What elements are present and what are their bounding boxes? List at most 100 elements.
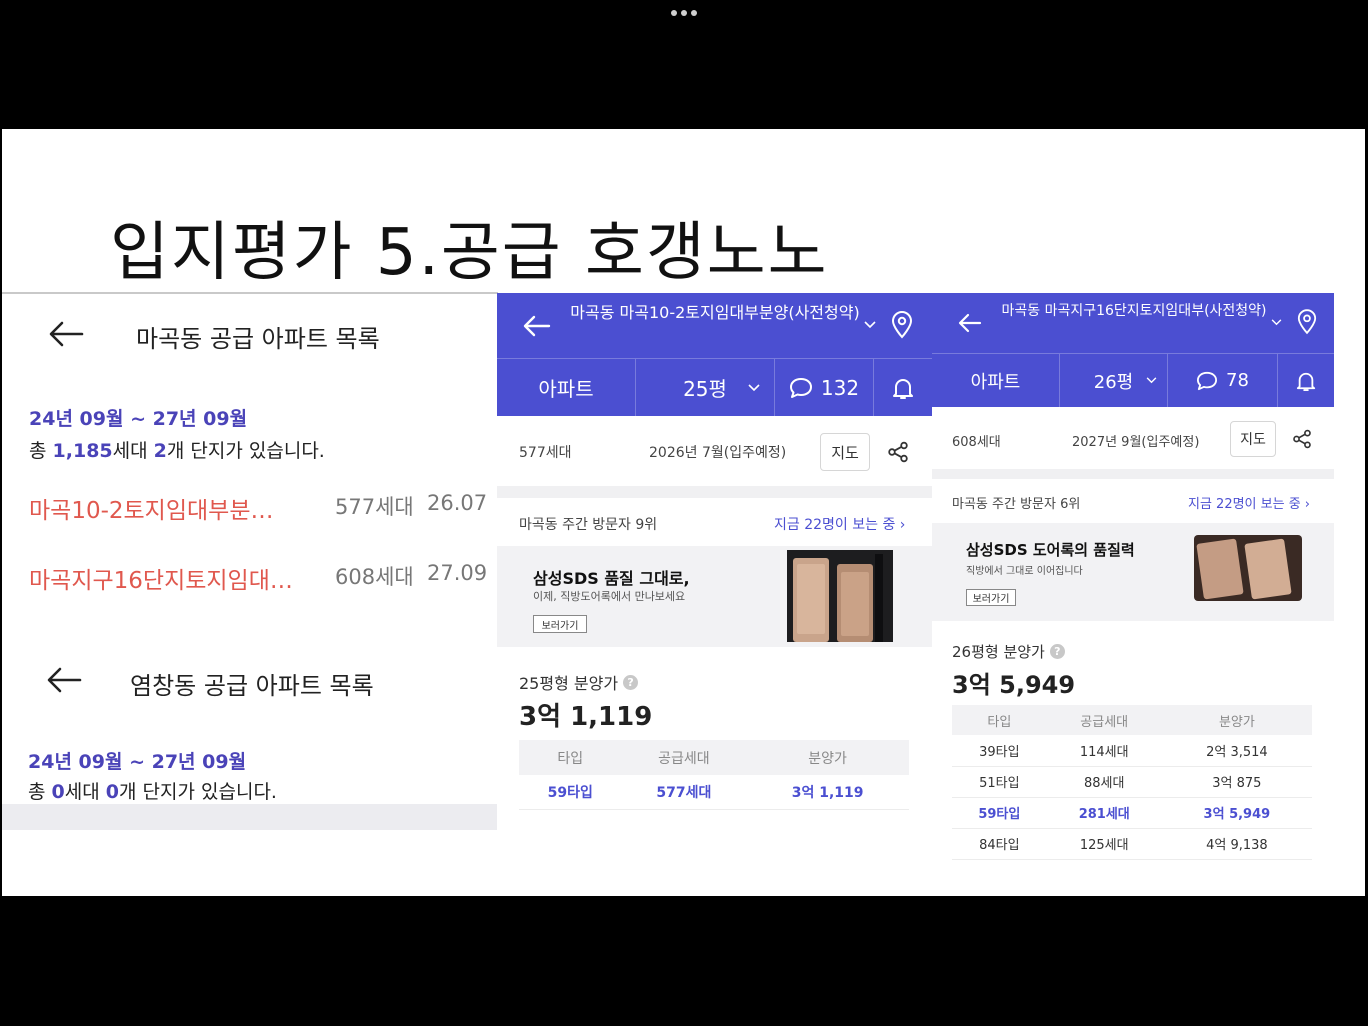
- visitor-rank-row: 마곡동 주간 방문자 6위 지금 22명이 보는 중 ›: [932, 479, 1334, 523]
- live-viewers-link[interactable]: 지금 22명이 보는 중 ›: [1188, 493, 1310, 512]
- back-arrow-icon[interactable]: [523, 315, 551, 337]
- cell-price: 2억 3,514: [1161, 735, 1312, 767]
- col-header-units: 공급세대: [621, 740, 747, 775]
- table-row[interactable]: 51타입 88세대 3억 875: [952, 766, 1312, 798]
- tab-comments[interactable]: 78: [1168, 354, 1278, 407]
- tab-property-type[interactable]: 아파트: [932, 354, 1060, 407]
- ad-view-button[interactable]: 보러가기: [966, 589, 1016, 606]
- table-row[interactable]: 39타입 114세대 2억 3,514: [952, 735, 1312, 767]
- complex-title[interactable]: 마곡동 마곡지구16단지토지임대부(사전청약): [996, 302, 1272, 320]
- table-row[interactable]: 84타입 125세대 4억 9,138: [952, 828, 1312, 860]
- complex-units: 608세대: [335, 565, 414, 589]
- cell-type: 84타입: [952, 828, 1047, 860]
- cell-units: 88세대: [1046, 766, 1162, 798]
- ad-view-button[interactable]: 보러가기: [533, 615, 587, 633]
- more-options-icon[interactable]: [668, 8, 700, 18]
- bell-icon: [893, 378, 913, 399]
- price-label: 25평형 분양가?: [519, 670, 639, 694]
- chevron-down-icon: [1146, 377, 1157, 384]
- date-range-yeomchang: 24년 09월 ~ 27년 09월: [28, 751, 247, 773]
- bell-icon: [1296, 372, 1316, 391]
- comment-count: 78: [1226, 370, 1249, 391]
- cell-units: 577세대: [621, 775, 747, 810]
- map-button[interactable]: 지도: [820, 433, 870, 471]
- section-divider: [932, 469, 1334, 479]
- price-table: 타입 공급세대 분양가 39타입 114세대 2억 3,514 51타입 88세대 3억 …: [952, 705, 1312, 860]
- summary-yeomchang: 총 0세대 0개 단지가 있습니다.: [28, 781, 277, 803]
- tab-size-select[interactable]: 25평: [636, 359, 775, 416]
- door-lock-image: [1194, 535, 1302, 601]
- weekly-visitor-rank: 마곡동 주간 방문자 6위: [952, 497, 1081, 512]
- cell-units: 125세대: [1046, 828, 1162, 860]
- cell-type: 59타입: [952, 797, 1047, 829]
- share-icon[interactable]: [887, 441, 909, 463]
- back-arrow-icon[interactable]: [958, 313, 982, 333]
- tab-comments[interactable]: 132: [775, 359, 874, 416]
- tab-notifications[interactable]: [1278, 354, 1334, 407]
- cell-type: 39타입: [952, 735, 1047, 767]
- col-header-price: 분양가: [1161, 705, 1312, 735]
- slide-title: 입지평가 5.공급 호갱노노: [110, 216, 829, 290]
- complex-date: 27.09: [427, 561, 488, 585]
- col-header-type: 타입: [952, 705, 1047, 735]
- complex-name[interactable]: 마곡10-2토지임대부분…: [29, 491, 329, 525]
- chevron-down-icon: [748, 384, 760, 392]
- tab-bar: 아파트 26평 78: [932, 353, 1334, 407]
- cell-units: 114세대: [1046, 735, 1162, 767]
- table-row[interactable]: 59타입 577세대 3억 1,119: [519, 775, 909, 810]
- map-button[interactable]: 지도: [1230, 421, 1276, 457]
- col-header-price: 분양가: [746, 740, 909, 775]
- complex-title[interactable]: 마곡동 마곡10-2토지임대부분양(사전청약): [565, 303, 865, 324]
- complex-date: 26.07: [427, 491, 488, 515]
- section-title-yeomchang: 염창동 공급 아파트 목록: [130, 672, 374, 700]
- summary-magok: 총 1,185세대 2개 단지가 있습니다.: [29, 440, 325, 462]
- complex-list-item[interactable]: 마곡10-2토지임대부분… 577세대 26.07: [29, 491, 489, 525]
- move-in-date: 2027년 9월(입주예정): [1072, 435, 1200, 450]
- help-icon[interactable]: ?: [1049, 644, 1065, 659]
- comment-count: 132: [820, 375, 860, 400]
- tab-bar: 아파트 25평 132: [497, 358, 932, 416]
- presentation-slide: 입지평가 5.공급 호갱노노 마곡동 공급 아파트 목록 24년 09월 ~ 2…: [2, 129, 1365, 896]
- col-header-type: 타입: [519, 740, 622, 775]
- tab-label: 25평: [683, 377, 727, 401]
- cell-price: 4억 9,138: [1161, 828, 1312, 860]
- visitor-rank-row: 마곡동 주간 방문자 9위 지금 22명이 보는 중 ›: [497, 498, 932, 546]
- ad-banner[interactable]: 삼성SDS 품질 그대로, 이제, 직방도어록에서 만나보세요 보러가기: [497, 546, 932, 647]
- sale-price: 3억 1,119: [519, 702, 653, 732]
- cell-type: 51타입: [952, 766, 1047, 798]
- cell-price: 3억 5,949: [1161, 797, 1312, 829]
- share-icon[interactable]: [1292, 429, 1312, 449]
- chevron-down-icon[interactable]: [864, 321, 876, 329]
- tab-label: 아파트: [970, 371, 1021, 393]
- location-pin-icon[interactable]: [891, 311, 913, 339]
- chevron-down-icon[interactable]: [1271, 319, 1282, 326]
- complex-list-item[interactable]: 마곡지구16단지토지임대… 608세대 27.09: [29, 561, 489, 595]
- door-lock-image: [787, 550, 893, 642]
- cell-price: 3억 875: [1161, 766, 1312, 798]
- ad-subtitle: 이제, 직방도어록에서 만나보세요: [533, 590, 686, 603]
- weekly-visitor-rank: 마곡동 주간 방문자 9위: [519, 517, 658, 533]
- tab-size-select[interactable]: 26평: [1060, 354, 1168, 407]
- price-label-text: 26평형 분양가: [952, 643, 1045, 661]
- price-label: 26평형 분양가?: [952, 641, 1065, 662]
- complex-units: 577세대: [335, 495, 414, 519]
- back-arrow-icon[interactable]: [48, 320, 84, 348]
- speech-bubble-icon: [789, 377, 812, 398]
- speech-bubble-icon: [1197, 371, 1218, 390]
- cell-units: 281세대: [1046, 797, 1162, 829]
- complex-name[interactable]: 마곡지구16단지토지임대…: [29, 561, 329, 595]
- sale-price: 3억 5,949: [952, 671, 1076, 699]
- tab-notifications[interactable]: [874, 359, 932, 416]
- tab-property-type[interactable]: 아파트: [497, 359, 636, 416]
- back-arrow-icon[interactable]: [46, 666, 82, 694]
- location-pin-icon[interactable]: [1297, 309, 1317, 335]
- live-viewers-link[interactable]: 지금 22명이 보는 중 ›: [774, 514, 905, 534]
- help-icon[interactable]: ?: [623, 674, 639, 690]
- complex-detail-app-2: 마곡동 마곡지구16단지토지임대부(사전청약) 아파트 26평 78 608세대…: [932, 293, 1334, 896]
- price-table: 타입 공급세대 분양가 59타입 577세대 3억 1,119: [519, 740, 909, 810]
- ad-title: 삼성SDS 품질 그대로,: [533, 569, 690, 588]
- complex-detail-app-1: 마곡동 마곡10-2토지임대부분양(사전청약) 아파트 25평 132 577세…: [497, 293, 932, 896]
- ad-banner[interactable]: 삼성SDS 도어록의 품질력 직방에서 그대로 이어집니다 보러가기: [932, 523, 1334, 621]
- table-row[interactable]: 59타입 281세대 3억 5,949: [952, 797, 1312, 829]
- info-row: 608세대 2027년 9월(입주예정) 지도: [932, 407, 1334, 469]
